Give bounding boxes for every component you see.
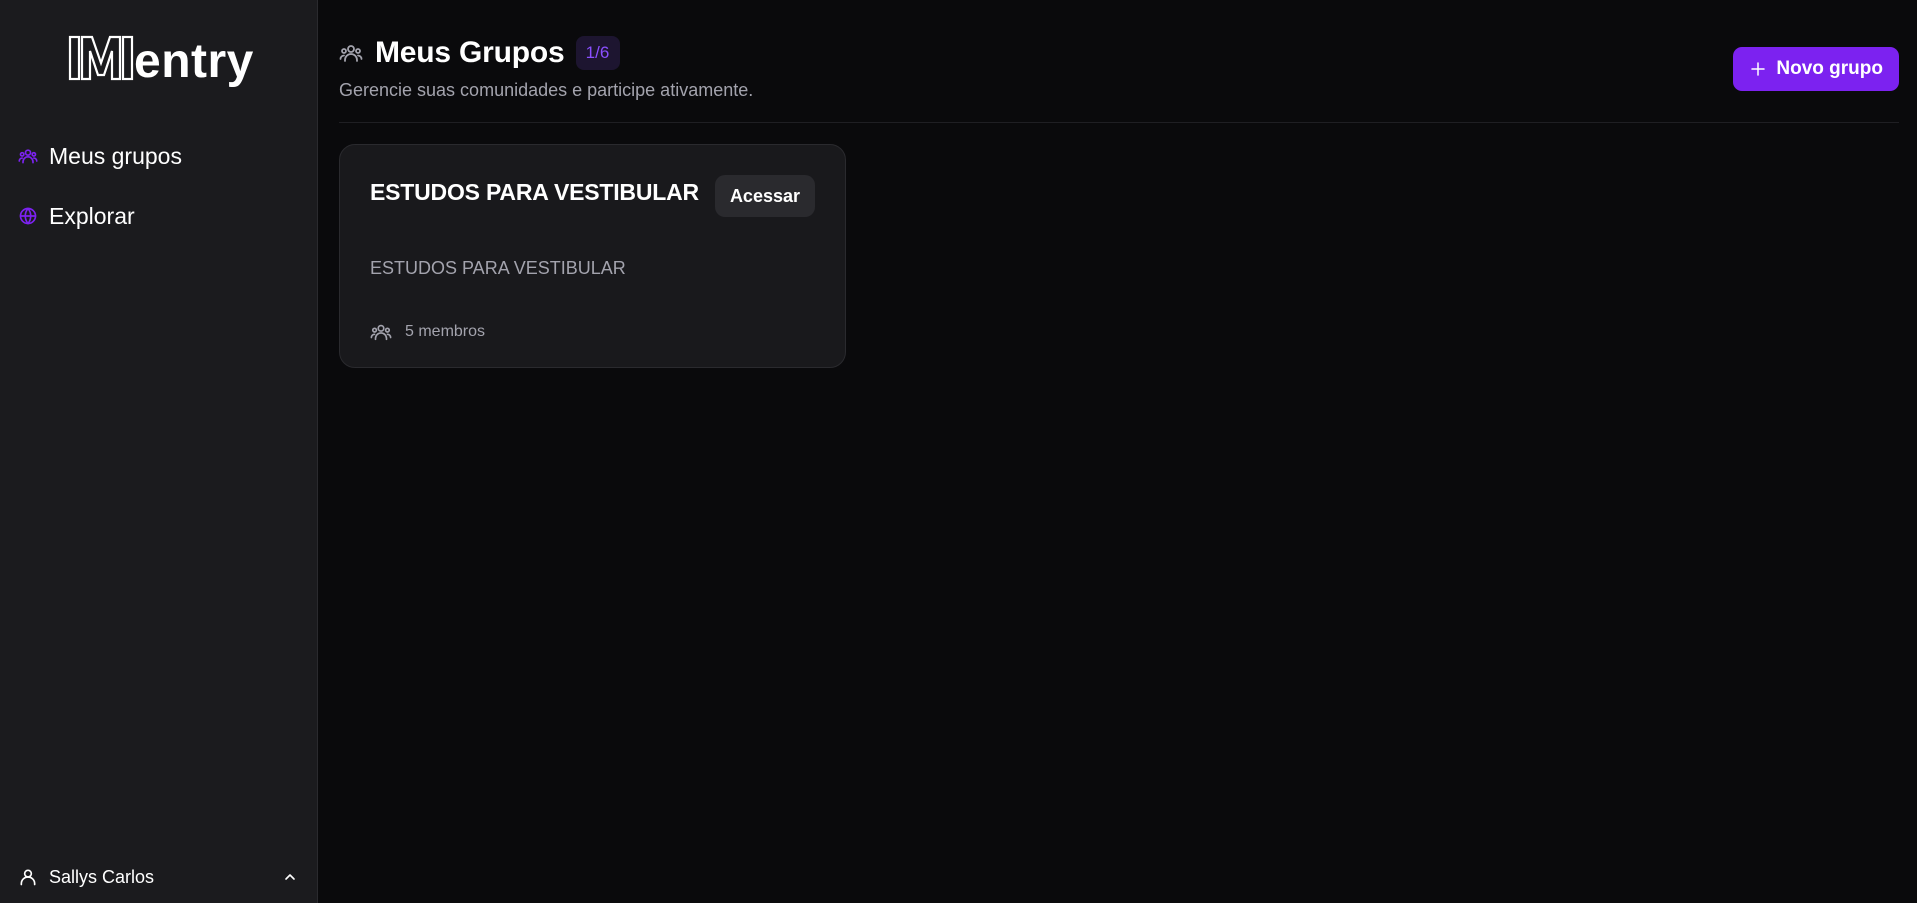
logo-text: entry [134,35,254,88]
title-row: Meus Grupos 1/6 [339,30,1899,76]
user-menu[interactable]: Sallys Carlos [18,851,300,903]
user-icon [18,866,40,888]
users-icon [339,40,365,66]
user-name: Sallys Carlos [49,866,155,887]
group-description: ESTUDOS PARA VESTIBULAR [370,258,626,278]
group-count-badge: 1/6 [575,36,620,70]
members-count: 5 membros [405,323,486,340]
new-group-label: Novo grupo [1776,58,1883,79]
sidebar-item-label: Explorar [49,202,135,229]
page-title: Meus Grupos [375,36,565,69]
users-icon [18,146,38,166]
group-members: 5 membros [370,321,485,343]
group-title: ESTUDOS PARA VESTIBULAR [370,179,699,205]
logo[interactable]: entry [68,30,254,86]
sidebar-nav: Meus grupos Explorar [18,136,308,256]
new-group-button[interactable]: Novo grupo [1733,47,1899,91]
sidebar-item-label: Meus grupos [49,142,182,169]
access-group-button[interactable]: Acessar [714,175,815,217]
chevron-up-icon[interactable] [280,867,300,887]
group-card: ESTUDOS PARA VESTIBULAR Acessar ESTUDOS … [339,144,846,368]
main-content: Meus Grupos 1/6 Gerencie suas comunidade… [318,0,1917,903]
logo-m-mark [68,35,134,81]
globe-icon [18,206,38,226]
page-header: Meus Grupos 1/6 Gerencie suas comunidade… [339,30,1899,123]
sidebar-item-explorar[interactable]: Explorar [18,196,308,236]
sidebar: entry Meus grupos Explorar Sallys Carlos [0,0,318,903]
users-icon [370,321,394,343]
plus-icon [1749,60,1767,78]
page-subtitle: Gerencie suas comunidades e participe at… [339,80,754,100]
sidebar-item-meus-grupos[interactable]: Meus grupos [18,136,308,176]
app-root: entry Meus grupos Explorar Sallys Carlos… [0,0,1917,903]
